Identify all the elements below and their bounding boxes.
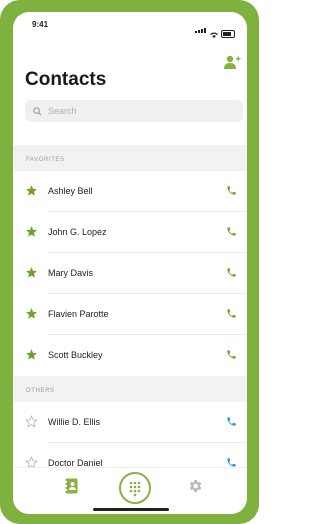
contact-name: John G. Lopez [48, 227, 107, 237]
contact-name: Scott Buckley [48, 350, 103, 360]
tab-bar [13, 467, 247, 514]
favorites-section-header: FAVORITES [13, 145, 247, 171]
phone-icon[interactable] [226, 185, 237, 196]
others-section-header: OTHERS [13, 376, 247, 402]
search-input[interactable] [46, 105, 230, 117]
contact-row[interactable]: Flavien Parotte [13, 294, 247, 335]
status-icons [195, 20, 235, 38]
others-section-label: OTHERS [26, 388, 55, 394]
contact-name: Ashley Bell [48, 186, 93, 196]
wifi-icon [210, 32, 218, 38]
phone-screen: 9:41 Contacts Search FAVORITES Ashley Be… [13, 12, 247, 514]
phone-icon[interactable] [226, 349, 237, 360]
signal-icon [195, 20, 207, 38]
home-indicator [93, 508, 169, 511]
contact-name: Mary Davis [48, 268, 94, 278]
star-filled-icon[interactable] [25, 225, 38, 238]
star-outline-icon[interactable] [25, 415, 38, 428]
dialpad-tab-icon [129, 481, 141, 497]
page-title: Contacts [25, 69, 107, 90]
star-filled-icon[interactable] [25, 348, 38, 361]
contact-name: Flavien Parotte [48, 309, 109, 319]
phone-icon[interactable] [226, 416, 237, 427]
search-icon [33, 106, 42, 115]
contact-row[interactable]: Ashley Bell [13, 171, 247, 212]
star-filled-icon[interactable] [25, 307, 38, 320]
battery-icon [221, 30, 235, 38]
search-bar[interactable] [25, 100, 243, 122]
settings-tab-icon[interactable] [187, 478, 203, 494]
contact-row[interactable]: John G. Lopez [13, 212, 247, 253]
contact-row[interactable]: Willie D. Ellis [13, 402, 247, 443]
contact-row[interactable]: Scott Buckley [13, 335, 247, 376]
add-contact-icon[interactable] [223, 54, 241, 70]
dialpad-tab-button[interactable] [119, 472, 151, 504]
favorites-section-label: FAVORITES [26, 157, 65, 163]
status-time: 9:41 [32, 20, 49, 29]
star-filled-icon[interactable] [25, 184, 38, 197]
device-frame: 9:41 Contacts Search FAVORITES Ashley Be… [0, 0, 259, 524]
phone-icon[interactable] [226, 226, 237, 237]
contact-name: Willie D. Ellis [48, 417, 101, 427]
star-filled-icon[interactable] [25, 266, 38, 279]
status-bar: 9:41 [13, 12, 247, 38]
phone-icon[interactable] [226, 267, 237, 278]
contacts-tab-icon[interactable] [65, 478, 78, 494]
phone-icon[interactable] [226, 308, 237, 319]
contact-row[interactable]: Mary Davis [13, 253, 247, 294]
